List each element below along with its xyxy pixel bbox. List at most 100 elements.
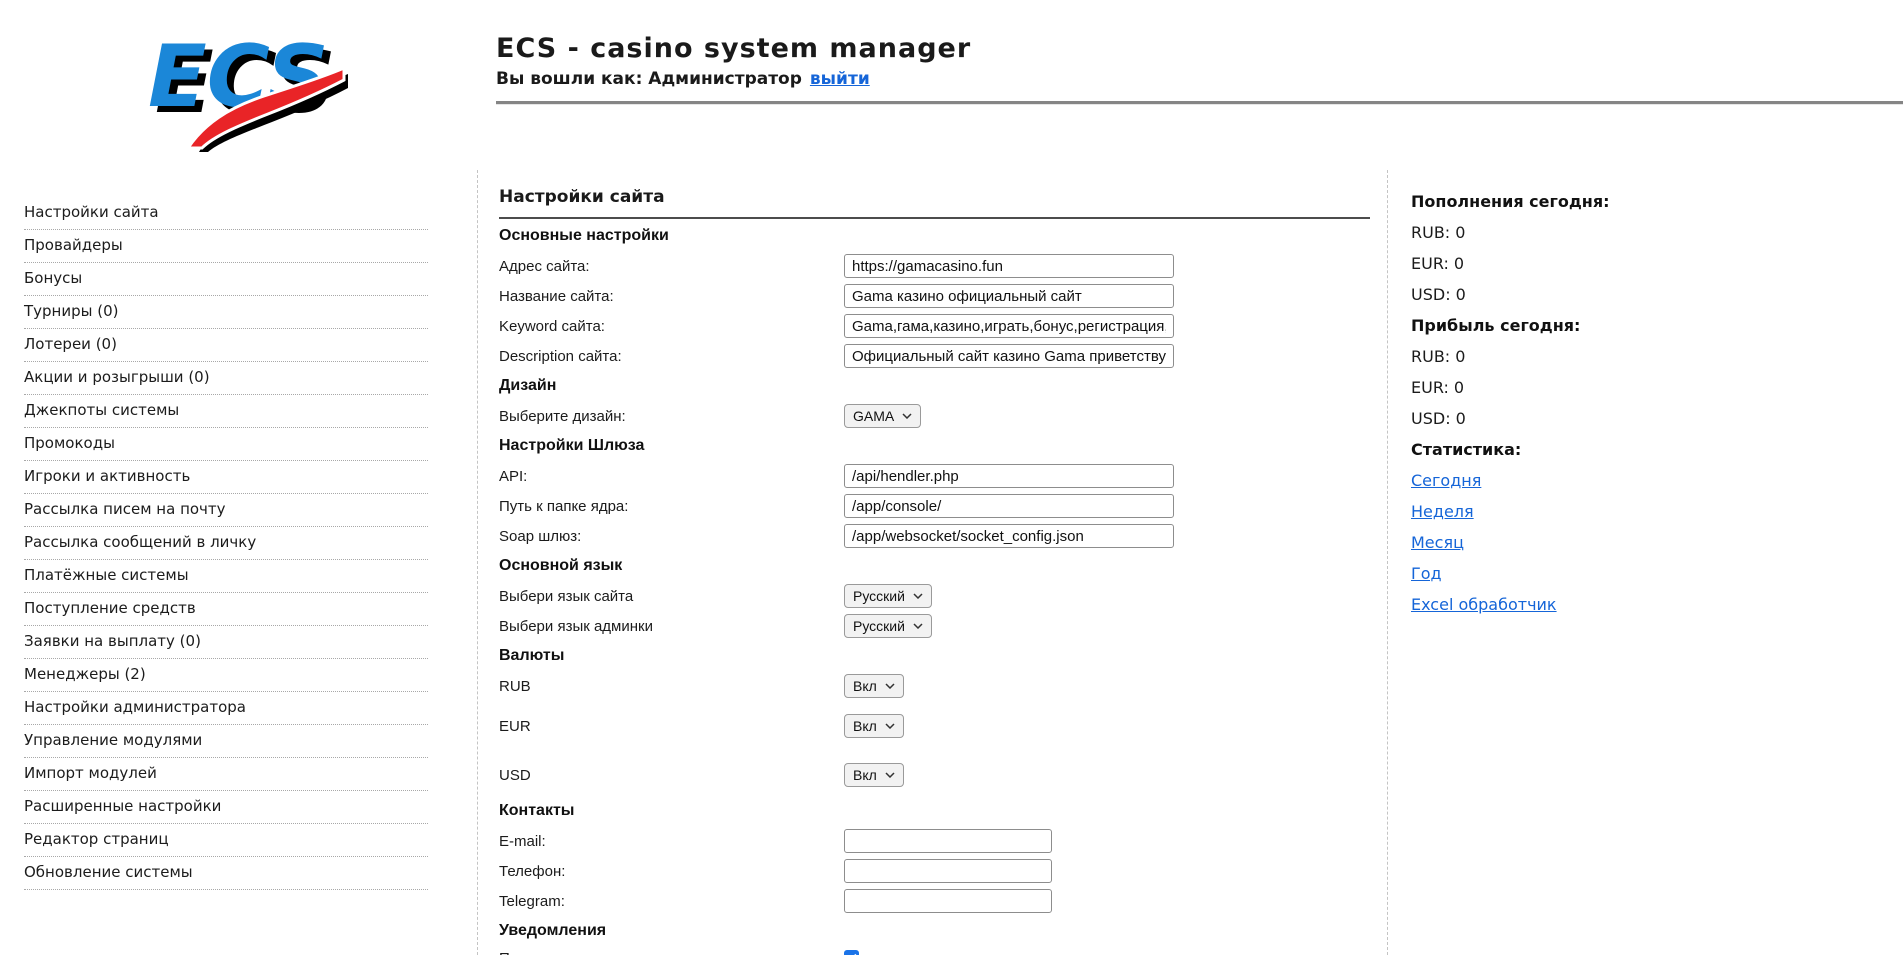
page-title: ECS - casino system manager (496, 33, 971, 64)
email-label: E-mail: (499, 833, 844, 850)
currency-eur-label: EUR (499, 718, 844, 735)
sidebar-item-jackpots[interactable]: Джекпоты системы (24, 395, 428, 428)
chevron-down-icon (913, 623, 923, 629)
chevron-down-icon (885, 683, 895, 689)
telegram-label: Telegram: (499, 893, 844, 910)
profit-today-header: Прибыль сегодня: (1411, 316, 1691, 347)
deposit-notification-checkbox[interactable] (844, 950, 859, 955)
deposits-rub: RUB: 0 (1411, 223, 1691, 254)
sidebar-item-lotteries[interactable]: Лотереи (0) (24, 329, 428, 362)
profit-usd: USD: 0 (1411, 409, 1691, 440)
sidebar-item-pm-mailing[interactable]: Рассылка сообщений в личку (24, 527, 428, 560)
sidebar-item-payout-requests[interactable]: Заявки на выплату (0) (24, 626, 428, 659)
telegram-input[interactable] (844, 889, 1052, 913)
chevron-down-icon (913, 593, 923, 599)
profit-eur: EUR: 0 (1411, 378, 1691, 409)
deposits-usd: USD: 0 (1411, 285, 1691, 316)
admin-language-select[interactable]: Русский (844, 614, 932, 638)
header-divider (496, 101, 1903, 104)
sidebar-item-players-activity[interactable]: Игроки и активность (24, 461, 428, 494)
currency-rub-label: RUB (499, 678, 844, 695)
currency-usd-value: Вкл (853, 767, 877, 783)
sidebar-item-email-mailing[interactable]: Рассылка писем на почту (24, 494, 428, 527)
site-description-input[interactable] (844, 344, 1174, 368)
ecs-logo-image: ECS ECS (138, 14, 348, 152)
ecs-logo: ECS ECS (138, 14, 348, 152)
login-status-text: Вы вошли как: Администратор (496, 69, 802, 89)
field-phone: Телефон: (499, 856, 1370, 886)
stats-link-year[interactable]: Год (1411, 564, 1442, 583)
design-select-label: Выберите дизайн: (499, 408, 844, 425)
sidebar: Настройки сайта Провайдеры Бонусы Турнир… (24, 197, 428, 890)
email-input[interactable] (844, 829, 1052, 853)
stats-link-excel[interactable]: Excel обработчик (1411, 595, 1557, 614)
soap-gateway-label: Soap шлюз: (499, 528, 844, 545)
currency-usd-select[interactable]: Вкл (844, 763, 904, 787)
field-site-language: Выбери язык сайта Русский (499, 581, 1370, 611)
field-site-name: Название сайта: (499, 281, 1370, 311)
sidebar-item-incoming-funds[interactable]: Поступление средств (24, 593, 428, 626)
site-name-input[interactable] (844, 284, 1174, 308)
section-design: Дизайн (499, 371, 1370, 401)
api-input[interactable] (844, 464, 1174, 488)
currency-rub-select[interactable]: Вкл (844, 674, 904, 698)
site-keyword-label: Keyword сайта: (499, 318, 844, 335)
core-path-label: Путь к папке ядра: (499, 498, 844, 515)
sidebar-item-module-import[interactable]: Импорт модулей (24, 758, 428, 791)
currency-eur-value: Вкл (853, 718, 877, 734)
panel-title: Настройки сайта (499, 187, 1370, 219)
currency-eur-select[interactable]: Вкл (844, 714, 904, 738)
field-api: API: (499, 461, 1370, 491)
profit-rub: RUB: 0 (1411, 347, 1691, 378)
sidebar-item-managers[interactable]: Менеджеры (2) (24, 659, 428, 692)
field-design-select: Выберите дизайн: GAMA (499, 401, 1370, 431)
sidebar-item-module-management[interactable]: Управление модулями (24, 725, 428, 758)
chevron-down-icon (885, 723, 895, 729)
sidebar-item-tournaments[interactable]: Турниры (0) (24, 296, 428, 329)
core-path-input[interactable] (844, 494, 1174, 518)
admin-language-value: Русский (853, 618, 905, 634)
field-admin-language: Выбери язык админки Русский (499, 611, 1370, 641)
sidebar-item-admin-settings[interactable]: Настройки администратора (24, 692, 428, 725)
logout-link[interactable]: выйти (810, 69, 870, 89)
deposits-today-header: Пополнения сегодня: (1411, 192, 1691, 223)
phone-label: Телефон: (499, 863, 844, 880)
stats-link-week[interactable]: Неделя (1411, 502, 1474, 521)
section-basic-settings: Основные настройки (499, 221, 1370, 251)
sidebar-item-providers[interactable]: Провайдеры (24, 230, 428, 263)
field-currency-eur: EUR Вкл (499, 711, 1370, 741)
site-address-label: Адрес сайта: (499, 258, 844, 275)
site-language-select[interactable]: Русский (844, 584, 932, 608)
design-select-value: GAMA (853, 408, 894, 424)
sidebar-item-payment-systems[interactable]: Платёжные системы (24, 560, 428, 593)
site-name-label: Название сайта: (499, 288, 844, 305)
field-soap-gateway: Soap шлюз: (499, 521, 1370, 551)
site-language-value: Русский (853, 588, 905, 604)
chevron-down-icon (902, 413, 912, 419)
site-description-label: Description сайта: (499, 348, 844, 365)
sidebar-item-system-update[interactable]: Обновление системы (24, 857, 428, 890)
site-keyword-input[interactable] (844, 314, 1174, 338)
chevron-down-icon (885, 772, 895, 778)
statistics-header: Статистика: (1411, 440, 1691, 471)
phone-input[interactable] (844, 859, 1052, 883)
sidebar-item-promotions[interactable]: Акции и розыгрыши (0) (24, 362, 428, 395)
soap-gateway-input[interactable] (844, 524, 1174, 548)
api-label: API: (499, 468, 844, 485)
sidebar-item-bonuses[interactable]: Бонусы (24, 263, 428, 296)
field-telegram: Telegram: (499, 886, 1370, 916)
section-notifications: Уведомления (499, 916, 1370, 946)
design-select[interactable]: GAMA (844, 404, 921, 428)
stats-link-today[interactable]: Сегодня (1411, 471, 1481, 490)
sidebar-item-site-settings[interactable]: Настройки сайта (24, 197, 428, 230)
sidebar-item-advanced-settings[interactable]: Расширенные настройки (24, 791, 428, 824)
login-status: Вы вошли как: Администратор выйти (496, 69, 971, 89)
field-site-description: Description сайта: (499, 341, 1370, 371)
stats-panel: Пополнения сегодня: RUB: 0 EUR: 0 USD: 0… (1411, 192, 1691, 626)
site-language-label: Выбери язык сайта (499, 588, 844, 605)
stats-link-month[interactable]: Месяц (1411, 533, 1464, 552)
deposits-eur: EUR: 0 (1411, 254, 1691, 285)
site-address-input[interactable] (844, 254, 1174, 278)
sidebar-item-page-editor[interactable]: Редактор страниц (24, 824, 428, 857)
sidebar-item-promocodes[interactable]: Промокоды (24, 428, 428, 461)
